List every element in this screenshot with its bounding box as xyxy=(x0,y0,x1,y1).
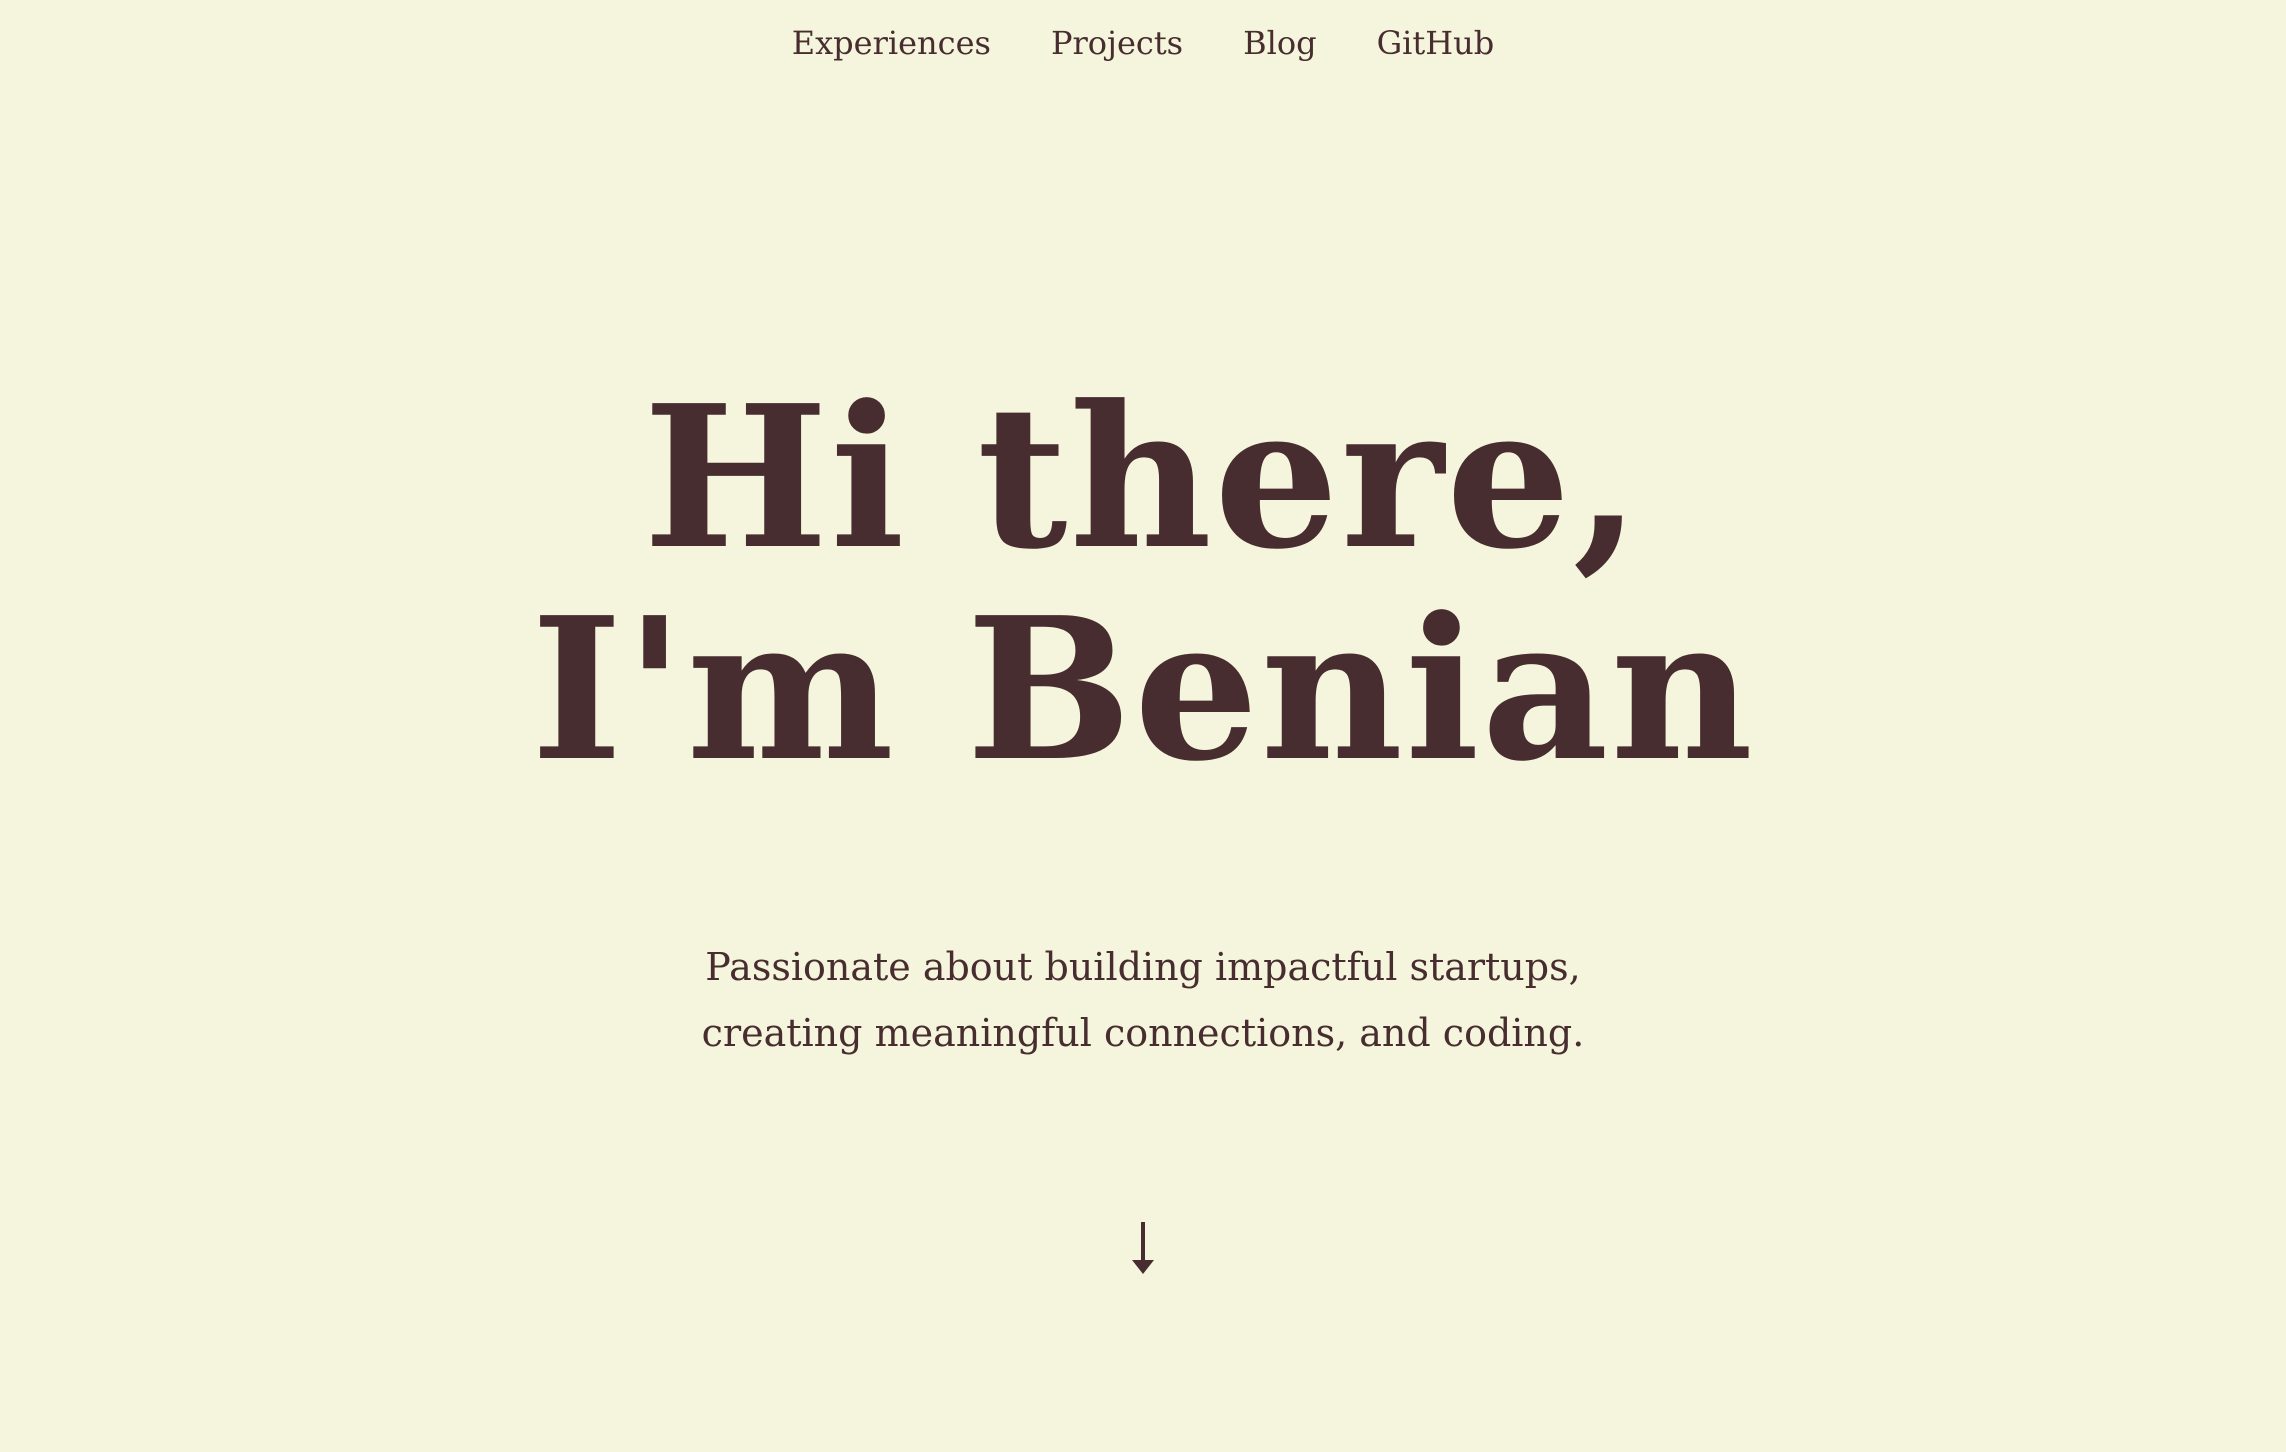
hero-heading: Hi there, I'm Benian xyxy=(0,372,2286,796)
tagline-line-1: Passionate about building impactful star… xyxy=(705,945,1581,989)
hero-tagline: Passionate about building impactful star… xyxy=(0,934,2286,1066)
nav-item-blog[interactable]: Blog xyxy=(1243,18,1317,68)
hero-heading-line-2: I'm Benian xyxy=(530,575,1756,805)
tagline-line-2: creating meaningful connections, and cod… xyxy=(701,1011,1585,1055)
nav-item-experiences[interactable]: Experiences xyxy=(792,18,991,68)
hero-heading-line-1: Hi there, xyxy=(643,363,1643,593)
nav-item-projects[interactable]: Projects xyxy=(1051,18,1183,68)
arrow-down-icon[interactable] xyxy=(1125,1218,1161,1278)
top-navigation: Experiences Projects Blog GitHub xyxy=(0,18,2286,68)
nav-item-github[interactable]: GitHub xyxy=(1377,18,1495,68)
